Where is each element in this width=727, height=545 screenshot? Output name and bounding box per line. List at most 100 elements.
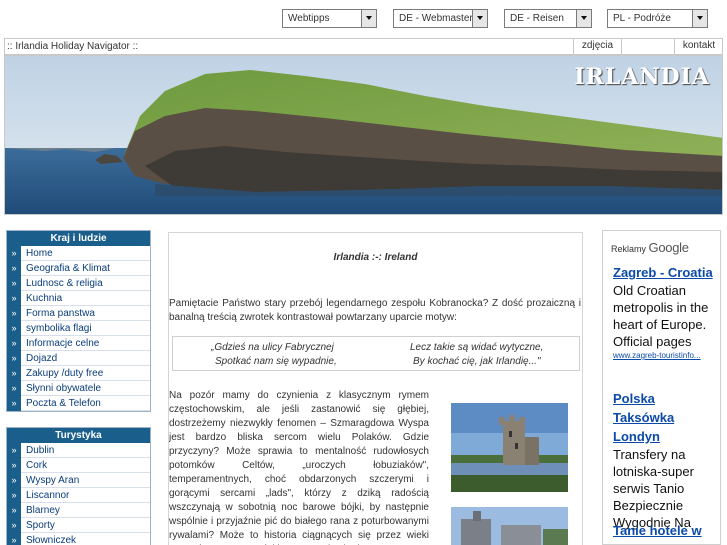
bullet-icon: »: [7, 305, 21, 321]
sidebar-item-cork[interactable]: » Cork: [7, 457, 150, 473]
sidebar-box-tourism: Turystyka » Dublin » Cork » Wyspy Aran » Lis…: [6, 427, 151, 545]
ad-url-link[interactable]: www.zagreb-touristinfo...: [613, 350, 718, 362]
bullet-icon: »: [7, 532, 21, 545]
sidebar-item-population[interactable]: » Ludnosc & religia: [7, 275, 150, 291]
sidebar-item-aran-islands[interactable]: » Wyspy Aran: [7, 472, 150, 488]
sidebar-item-home[interactable]: » Home: [7, 245, 150, 261]
sidebar-item-label: symbolika flagi: [26, 322, 92, 334]
select-webtipps[interactable]: Webtipps: [282, 9, 377, 28]
select-value: DE - Webmaster: [399, 13, 473, 24]
sidebar-item-customs[interactable]: » Informacje celne: [7, 335, 150, 351]
sidebar-box-title: Turystyka: [7, 428, 150, 443]
sidebar-item-post-phone[interactable]: » Poczta & Telefon: [7, 395, 150, 411]
sidebar-item-liscannor[interactable]: » Liscannor: [7, 487, 150, 503]
bullet-icon: »: [7, 320, 21, 336]
sidebar-item-label: Forma panstwa: [26, 307, 95, 319]
ads-header-prefix: Reklamy: [611, 244, 647, 254]
sidebar-item-label: Home: [26, 247, 53, 259]
sidebar-box-title: Kraj i ludzie: [7, 231, 150, 246]
hero-banner: IRLANDIA: [4, 55, 723, 215]
ad-title-link[interactable]: Tanie hotele w: [613, 521, 718, 540]
sidebar-item-label: Kuchnia: [26, 292, 63, 304]
bullet-icon: »: [7, 350, 21, 366]
google-logo: Google: [648, 240, 689, 255]
sidebar-item-label: Słynni obywatele: [26, 382, 102, 394]
bullet-icon: »: [7, 457, 21, 473]
select-value: DE - Reisen: [510, 13, 564, 24]
sidebar-item-shopping[interactable]: » Zakupy /duty free: [7, 365, 150, 381]
nav-link-photos[interactable]: zdjęcia: [573, 39, 621, 54]
quote-line: „Gdzieś na ulicy Fabrycznej: [211, 342, 334, 353]
sidebar-box-country-people: Kraj i ludzie » Home » Geografia & Klimat …: [6, 230, 151, 412]
page-title: Irlandia :-: Ireland: [333, 252, 418, 263]
chevron-down-icon[interactable]: [472, 10, 487, 27]
main-content: Irlandia :-: Ireland Pamiętacie Państwo …: [168, 232, 583, 545]
sidebar-item-flag[interactable]: » symbolika flagi: [7, 320, 150, 336]
nav-link-contact[interactable]: kontakt: [674, 39, 723, 54]
sidebar-item-label: Wyspy Aran: [26, 474, 80, 486]
quote-line: Spotkać nam się wypadnie,: [215, 356, 337, 367]
city-photo: [451, 507, 568, 545]
sidebar-item-label: Słowniczek: [26, 534, 77, 545]
sidebar-item-cuisine[interactable]: » Kuchnia: [7, 290, 150, 306]
castle-photo: [451, 403, 568, 492]
quote-line: By kochać cię, jak Irlandię...": [413, 356, 541, 367]
select-de-webmaster[interactable]: DE - Webmaster: [393, 9, 488, 28]
ad-text: Transfery na lotniska-super serwis Tanio…: [613, 447, 694, 530]
chevron-down-icon[interactable]: [576, 10, 591, 27]
bullet-icon: »: [7, 260, 21, 276]
sidebar-item-label: Cork: [26, 459, 48, 471]
navigator-title: :: Irlandia Holiday Navigator ::: [7, 41, 139, 52]
hero-title: IRLANDIA: [574, 64, 710, 90]
chevron-down-icon[interactable]: [361, 10, 376, 27]
bullet-icon: »: [7, 380, 21, 396]
sidebar-item-famous-people[interactable]: » Słynni obywatele: [7, 380, 150, 396]
bullet-icon: »: [7, 502, 21, 518]
sidebar-item-glossary[interactable]: » Słowniczek: [7, 532, 150, 545]
sidebar-item-blarney[interactable]: » Blarney: [7, 502, 150, 518]
ad-title-link[interactable]: Zagreb - Croatia: [613, 263, 718, 282]
bullet-icon: »: [7, 395, 21, 411]
sidebar-item-label: Ludnosc & religia: [26, 277, 103, 289]
bullet-icon: »: [7, 442, 21, 458]
ads-header: Reklamy Google: [611, 240, 689, 255]
ad-item[interactable]: Zagreb - Croatia Old Croatian metropolis…: [613, 263, 718, 362]
google-ads-panel: Reklamy Google Zagreb - Croatia Old Croa…: [602, 230, 721, 545]
sidebar-item-label: Zakupy /duty free: [26, 367, 104, 379]
song-quote: „Gdzieś na ulicy Fabrycznej Lecz takie s…: [172, 336, 580, 371]
bullet-icon: »: [7, 365, 21, 381]
navigator-bar: :: Irlandia Holiday Navigator :: zdjęcia…: [4, 38, 723, 55]
sidebar-item-label: Poczta & Telefon: [26, 397, 101, 409]
select-value: Webtipps: [288, 13, 330, 24]
sidebar-item-dublin[interactable]: » Dublin: [7, 442, 150, 458]
bullet-icon: »: [7, 335, 21, 351]
bullet-icon: »: [7, 245, 21, 261]
ad-item[interactable]: Tanie hotele w: [613, 521, 718, 540]
bullet-icon: »: [7, 275, 21, 291]
bullet-icon: »: [7, 290, 21, 306]
ad-text: Old Croatian metropolis in the heart of …: [613, 283, 709, 349]
sidebar-item-geography[interactable]: » Geografia & Klimat: [7, 260, 150, 276]
sidebar-item-travel[interactable]: » Dojazd: [7, 350, 150, 366]
top-select-bar: Webtipps DE - Webmaster DE - Reisen PL -…: [0, 0, 727, 36]
bullet-icon: »: [7, 487, 21, 503]
bullet-icon: »: [7, 517, 21, 533]
select-value: PL - Podróże: [613, 13, 671, 24]
select-pl-podroze[interactable]: PL - Podróże: [607, 9, 708, 28]
select-de-reisen[interactable]: DE - Reisen: [504, 9, 592, 28]
sidebar-item-sports[interactable]: » Sporty: [7, 517, 150, 533]
bullet-icon: »: [7, 472, 21, 488]
sidebar-item-label: Blarney: [26, 504, 60, 516]
chevron-down-icon[interactable]: [692, 10, 707, 27]
sidebar-item-label: Dojazd: [26, 352, 58, 364]
ad-item[interactable]: Polska Taksówka Londyn Transfery na lotn…: [613, 389, 718, 531]
sidebar-item-government[interactable]: » Forma panstwa: [7, 305, 150, 321]
sidebar-item-label: Informacje celne: [26, 337, 100, 349]
sidebar-item-label: Geografia & Klimat: [26, 262, 110, 274]
nav-link-empty[interactable]: [621, 39, 674, 54]
ad-title-link[interactable]: Polska Taksówka Londyn: [613, 389, 718, 446]
intro-paragraph: Pamiętacie Państwo stary przebój legenda…: [169, 298, 581, 323]
sidebar-item-label: Liscannor: [26, 489, 70, 501]
quote-line: Lecz takie są widać wytyczne,: [410, 342, 544, 353]
sidebar-item-label: Dublin: [26, 444, 55, 456]
